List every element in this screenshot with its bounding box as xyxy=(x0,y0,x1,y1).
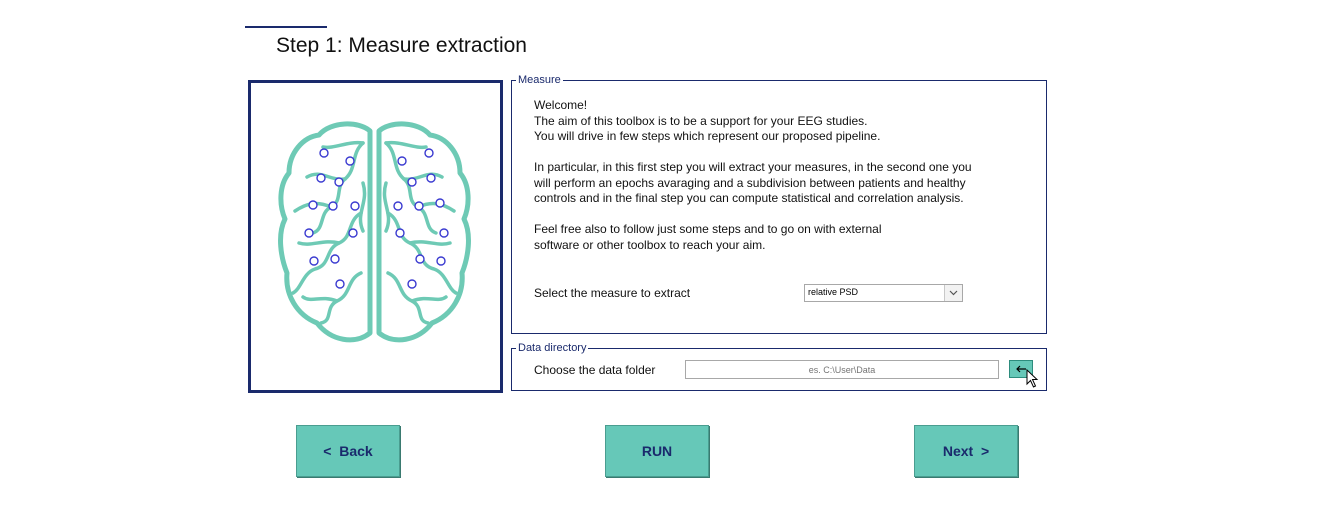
electrode-dot xyxy=(395,228,405,238)
electrode-dot xyxy=(439,228,449,238)
electrode-dot xyxy=(407,279,417,289)
intro-paragraph-3: Feel free also to follow just some steps… xyxy=(534,222,1014,253)
intro-paragraph-2: In particular, in this first step you wi… xyxy=(534,160,1014,207)
intro-line: controls and in the final step you can c… xyxy=(534,191,964,205)
electrode-dot xyxy=(334,177,344,187)
intro-line: will perform an epochs avaraging and a s… xyxy=(534,175,966,190)
welcome-text: Welcome! The aim of this toolbox is to be… xyxy=(534,98,1014,253)
electrode-dot xyxy=(308,200,318,210)
mouse-pointer-icon xyxy=(1026,369,1039,388)
electrode-dot xyxy=(328,201,338,211)
data-directory-groupbox: Data directory Choose the data folder xyxy=(511,341,1047,391)
select-measure-label: Select the measure to extract xyxy=(534,286,691,300)
electrode-dot xyxy=(316,173,326,183)
electrode-dot xyxy=(335,279,345,289)
electrode-dot xyxy=(350,201,360,211)
electrode-dot xyxy=(309,256,319,266)
electrode-dot xyxy=(415,254,425,264)
chevron-down-icon[interactable] xyxy=(944,285,962,301)
run-button[interactable]: RUN xyxy=(605,425,709,477)
brain-electrodes-image xyxy=(267,121,487,351)
electrode-dot xyxy=(436,256,446,266)
intro-line: The aim of this toolbox is to be a suppo… xyxy=(534,113,868,128)
data-directory-legend: Data directory xyxy=(516,341,589,355)
intro-line: Feel free also to follow just some steps… xyxy=(534,222,882,236)
next-button[interactable]: Next > xyxy=(914,425,1018,477)
electrode-dot xyxy=(397,156,407,166)
back-button[interactable]: < Back xyxy=(296,425,400,477)
electrode-dot xyxy=(304,228,314,238)
data-folder-label: Choose the data folder xyxy=(534,363,656,377)
electrode-dot xyxy=(330,254,340,264)
electrode-dot xyxy=(345,156,355,166)
data-folder-input[interactable] xyxy=(685,360,999,379)
intro-line: Welcome! xyxy=(534,98,588,112)
electrode-dot xyxy=(424,148,434,158)
electrode-dot xyxy=(435,198,445,208)
intro-paragraph-1: Welcome! The aim of this toolbox is to be… xyxy=(534,98,1014,145)
electrode-dot xyxy=(393,201,403,211)
brain-illustration-panel xyxy=(248,80,503,393)
intro-line: You will drive in few steps which repres… xyxy=(534,129,881,143)
measure-select-value: relative PSD xyxy=(808,287,859,297)
electrode-dot xyxy=(348,228,358,238)
intro-line: In particular, in this first step you wi… xyxy=(534,160,972,174)
electrode-dot xyxy=(319,148,329,158)
electrode-dot xyxy=(426,173,436,183)
electrode-dot xyxy=(414,201,424,211)
intro-line: software or other toolbox to reach your … xyxy=(534,237,766,252)
measure-select[interactable]: relative PSD xyxy=(804,284,963,302)
measure-legend: Measure xyxy=(516,73,563,87)
electrode-dot xyxy=(407,177,417,187)
page-title: Step 1: Measure extraction xyxy=(276,34,527,57)
title-underline xyxy=(245,26,327,28)
measure-groupbox: Measure Welcome! The aim of this toolbox … xyxy=(511,73,1047,334)
